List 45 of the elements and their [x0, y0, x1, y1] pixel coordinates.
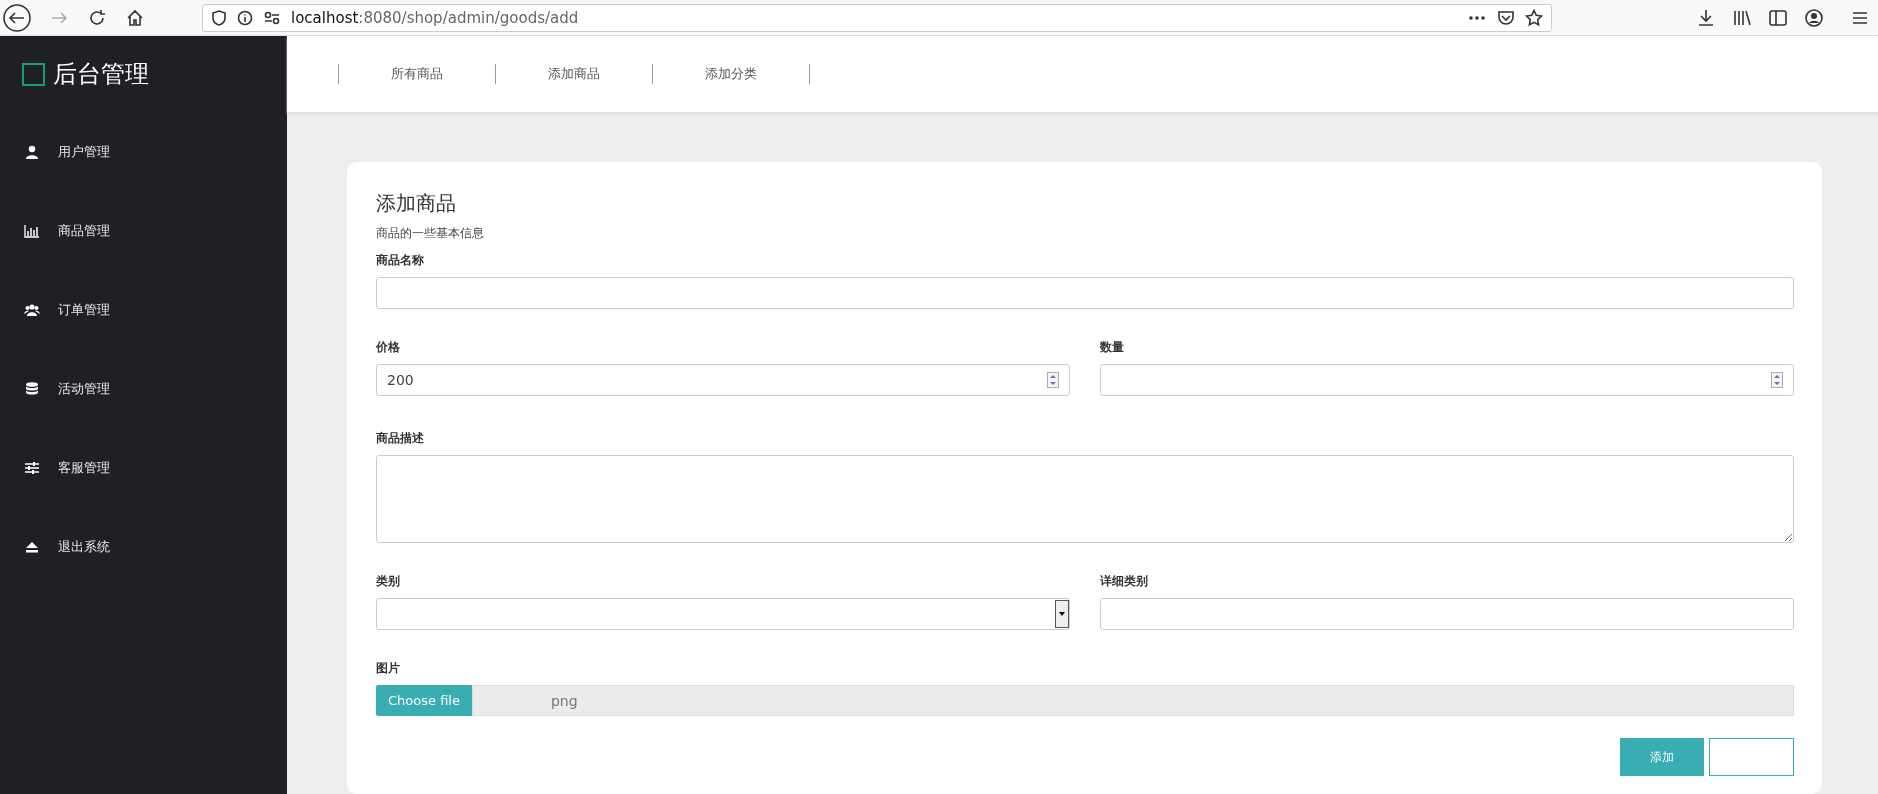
download-icon[interactable] [1696, 7, 1716, 28]
field-label: 商品名称 [376, 252, 425, 269]
input-field[interactable] [376, 277, 1794, 309]
back-icon[interactable] [2, 2, 32, 33]
nav-link[interactable]: 添加分类 [653, 65, 809, 83]
bar-chart-icon [24, 222, 40, 239]
field-label: 图片 [376, 660, 401, 677]
sidebar-item[interactable]: 订单管理 [0, 270, 287, 349]
database-icon [24, 380, 40, 397]
number-field[interactable]: 200 [376, 364, 1070, 396]
logo-icon [22, 62, 45, 86]
address-bar[interactable]: localhost:8080/shop/admin/goods/add [202, 3, 1552, 32]
field-label: 类别 [376, 573, 401, 590]
spinner-icon[interactable] [1047, 372, 1059, 388]
shield-icon [211, 8, 227, 27]
sidebar-item[interactable]: 商品管理 [0, 191, 287, 270]
nav-link[interactable]: 所有商品 [339, 65, 495, 83]
form-subtitle: 商品的一些基本信息 [376, 225, 485, 242]
field-label: 数量 [1100, 339, 1125, 356]
number-field[interactable] [1100, 364, 1794, 396]
spinner-icon[interactable] [1771, 372, 1783, 388]
outline-button[interactable] [1709, 738, 1794, 776]
sidebar-icon[interactable] [1768, 7, 1788, 28]
sidebar-item[interactable]: 退出系统 [0, 507, 287, 586]
file-name-field: png [471, 685, 1794, 716]
field-label: 详细类别 [1100, 573, 1149, 590]
field-label: 商品描述 [376, 430, 425, 447]
app-title: 后台管理 [53, 59, 149, 90]
info-icon [237, 9, 253, 26]
nav-link[interactable]: 添加商品 [496, 65, 652, 83]
field-label: 价格 [376, 339, 401, 356]
dropdown-field[interactable] [376, 598, 1070, 630]
sidebar-item[interactable]: 活动管理 [0, 349, 287, 428]
pocket-icon[interactable] [1497, 8, 1515, 27]
form-title: 添加商品 [376, 190, 457, 217]
permissions-icon [263, 9, 281, 26]
account-icon[interactable] [1804, 7, 1824, 28]
sidebar-item[interactable]: 客服管理 [0, 428, 287, 507]
group-icon [24, 301, 40, 318]
star-icon[interactable] [1525, 8, 1543, 27]
input-field[interactable] [1100, 598, 1794, 630]
sliders-icon [24, 459, 40, 476]
user-icon [24, 143, 40, 160]
url-text: localhost:8080/shop/admin/goods/add [291, 8, 579, 27]
sidebar-item[interactable]: 用户管理 [0, 112, 287, 191]
